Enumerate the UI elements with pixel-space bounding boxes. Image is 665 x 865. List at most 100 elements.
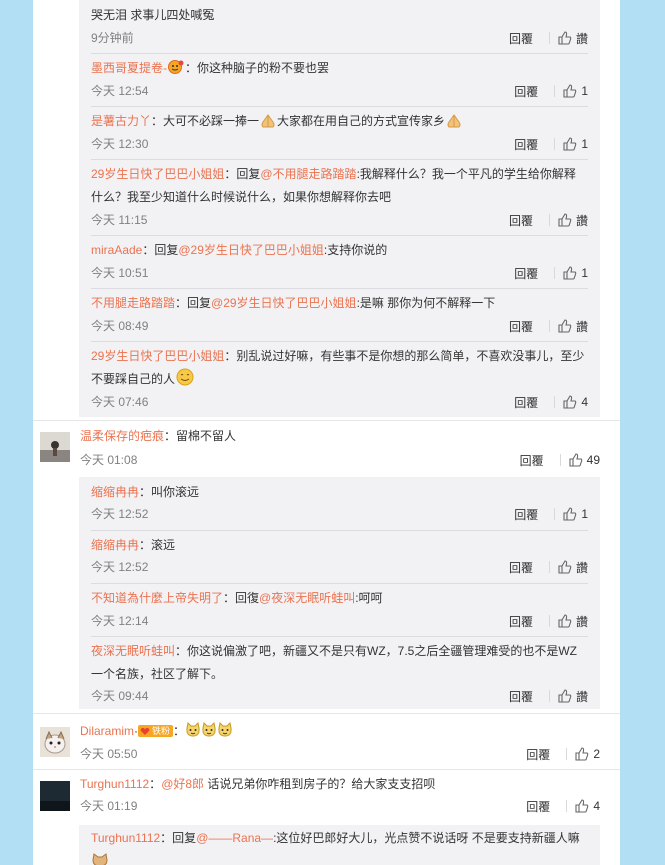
reply-text: :我解释什么？我一个平凡的学生给你解释 (356, 167, 576, 181)
reply-button[interactable]: 回覆 (526, 746, 550, 763)
reply-text-line2: 不要踩自己的人 (91, 372, 176, 386)
reply-username[interactable]: miraAade (91, 243, 142, 257)
divider (548, 32, 550, 44)
reply-username[interactable]: 夜深无眠听蛙叫 (91, 644, 175, 658)
reply-username[interactable]: 缩缩冉冉 (91, 485, 139, 499)
divider (548, 214, 550, 226)
reply-username[interactable]: 是薯古力丫 (91, 114, 151, 128)
reply-text: ：滚远 (139, 538, 176, 552)
cat-face-icon (185, 721, 201, 746)
divider (559, 454, 561, 466)
reply-button[interactable]: 回覆 (509, 212, 533, 229)
like-count: 讚 (575, 213, 588, 228)
comment-username[interactable]: 温柔保存的疤痕 (80, 429, 164, 443)
divider (554, 138, 556, 150)
reply-time: 今天 10:51 (91, 266, 149, 280)
divider (548, 561, 550, 573)
reply-actions: 回覆 1 (514, 265, 588, 281)
like-count: 1 (581, 266, 588, 280)
comment-item: Turghun1112：@好8郎 话说兄弟你咋租到房子的？给大家支支招呗 今天 … (33, 769, 620, 819)
divider (91, 106, 588, 107)
reply-username[interactable]: 29岁生日快了巴巴小姐姐 (91, 167, 224, 181)
reply-username[interactable]: 不知道為什麼上帝失明了 (91, 591, 223, 605)
praying-hands-icon (259, 113, 277, 136)
divider (554, 508, 556, 520)
avatar[interactable] (40, 781, 70, 811)
reply-button[interactable]: 回覆 (514, 394, 538, 411)
comment-username[interactable]: Dilaramim (80, 724, 134, 738)
cat-face-icon (201, 721, 217, 746)
reply-prefix: ：回复 (142, 243, 179, 257)
mention-link[interactable]: @好8郎 (161, 777, 204, 791)
reply-text: 大家都在用自己的方式宣传家乡 (277, 114, 446, 128)
reply-actions: 回覆 讚 (509, 30, 588, 46)
thumbs-up-icon[interactable] (563, 266, 577, 280)
separator: ： (149, 777, 162, 791)
reply-button[interactable]: 回覆 (514, 83, 538, 100)
reply-text: ：叫你滚远 (139, 485, 200, 499)
reply-prefix: ：回復 (223, 591, 260, 605)
reply-actions: 回覆 4 (514, 394, 588, 410)
reply-time: 今天 07:46 (91, 395, 149, 409)
reply-button[interactable]: 回覆 (509, 559, 533, 576)
thumbs-up-icon[interactable] (563, 507, 577, 521)
comment-username[interactable]: Turghun1112 (80, 777, 149, 791)
mention-link[interactable]: @——Rana— (196, 831, 273, 845)
thumbs-up-icon[interactable] (558, 31, 572, 45)
like-count: 讚 (575, 31, 588, 46)
like-count: 讚 (575, 319, 588, 334)
like-count: 讚 (575, 689, 588, 704)
thumbs-up-icon[interactable] (563, 137, 577, 151)
thumbs-up-icon[interactable] (558, 319, 572, 333)
thumbs-up-icon[interactable] (558, 560, 572, 574)
mention-link[interactable]: @不用腿走路踏踏 (260, 167, 356, 181)
divider (91, 53, 588, 54)
divider (91, 530, 588, 531)
divider (91, 159, 588, 160)
thumbs-up-icon[interactable] (563, 395, 577, 409)
comment-item: Dilaramim· 铁粉： 今天 05:50 回覆 2 (33, 713, 620, 769)
reply-button[interactable]: 回覆 (526, 798, 550, 815)
thumbs-up-icon[interactable] (575, 799, 589, 813)
mention-link[interactable]: @29岁生日快了巴巴小姐姐 (211, 296, 357, 310)
reply-username[interactable]: 29岁生日快了巴巴小姐姐 (91, 349, 224, 363)
comment-time: 今天 01:19 (80, 799, 138, 813)
reply-button[interactable]: 回覆 (514, 506, 538, 523)
reply-button[interactable]: 回覆 (514, 265, 538, 282)
reply-username[interactable]: 墨西哥夏提卷- (91, 61, 167, 75)
reply-button[interactable]: 回覆 (509, 688, 533, 705)
reply-actions: 回覆 讚 (509, 318, 588, 334)
thumbs-up-icon[interactable] (558, 689, 572, 703)
reply-button[interactable]: 回覆 (509, 318, 533, 335)
reply-button[interactable]: 回覆 (514, 136, 538, 153)
reply-username[interactable]: Turghun1112 (91, 831, 160, 845)
mention-link[interactable]: @29岁生日快了巴巴小姐姐 (178, 243, 324, 257)
avatar[interactable] (40, 727, 70, 757)
reply-time: 今天 11:15 (91, 213, 148, 227)
reply-time: 今天 09:44 (91, 689, 149, 703)
reply-time: 今天 12:54 (91, 84, 149, 98)
reply-username[interactable]: 不用腿走路踏踏 (91, 296, 175, 310)
reply-button[interactable]: 回覆 (509, 30, 533, 47)
thumbs-up-icon[interactable] (575, 747, 589, 761)
mention-link[interactable]: @夜深无眠听蛙叫 (259, 591, 355, 605)
like-count: 讚 (575, 560, 588, 575)
thumbs-up-icon[interactable] (558, 213, 572, 227)
reply-time: 今天 12:14 (91, 614, 149, 628)
fan-badge[interactable]: 铁粉 (138, 725, 174, 737)
reply-actions: 回覆 讚 (509, 688, 588, 704)
like-count: 讚 (575, 614, 588, 629)
reply-text: ：你这说偏激了吧，新疆又不是只有WZ，7.5之后全疆管理难受的也不是WZ (175, 644, 578, 658)
thumbs-up-icon[interactable] (563, 84, 577, 98)
like-count: 1 (581, 137, 588, 151)
avatar[interactable] (40, 432, 70, 462)
reply-prefix: ：回复 (224, 167, 261, 181)
reply-button[interactable]: 回覆 (509, 613, 533, 630)
reply-button[interactable]: 回覆 (520, 452, 544, 469)
like-count: 4 (581, 395, 588, 409)
reply-username[interactable]: 缩缩冉冉 (91, 538, 139, 552)
thumbs-up-icon[interactable] (558, 614, 572, 628)
reply-time: 今天 12:30 (91, 137, 149, 151)
like-count: 4 (593, 799, 600, 813)
thumbs-up-icon[interactable] (569, 453, 583, 467)
